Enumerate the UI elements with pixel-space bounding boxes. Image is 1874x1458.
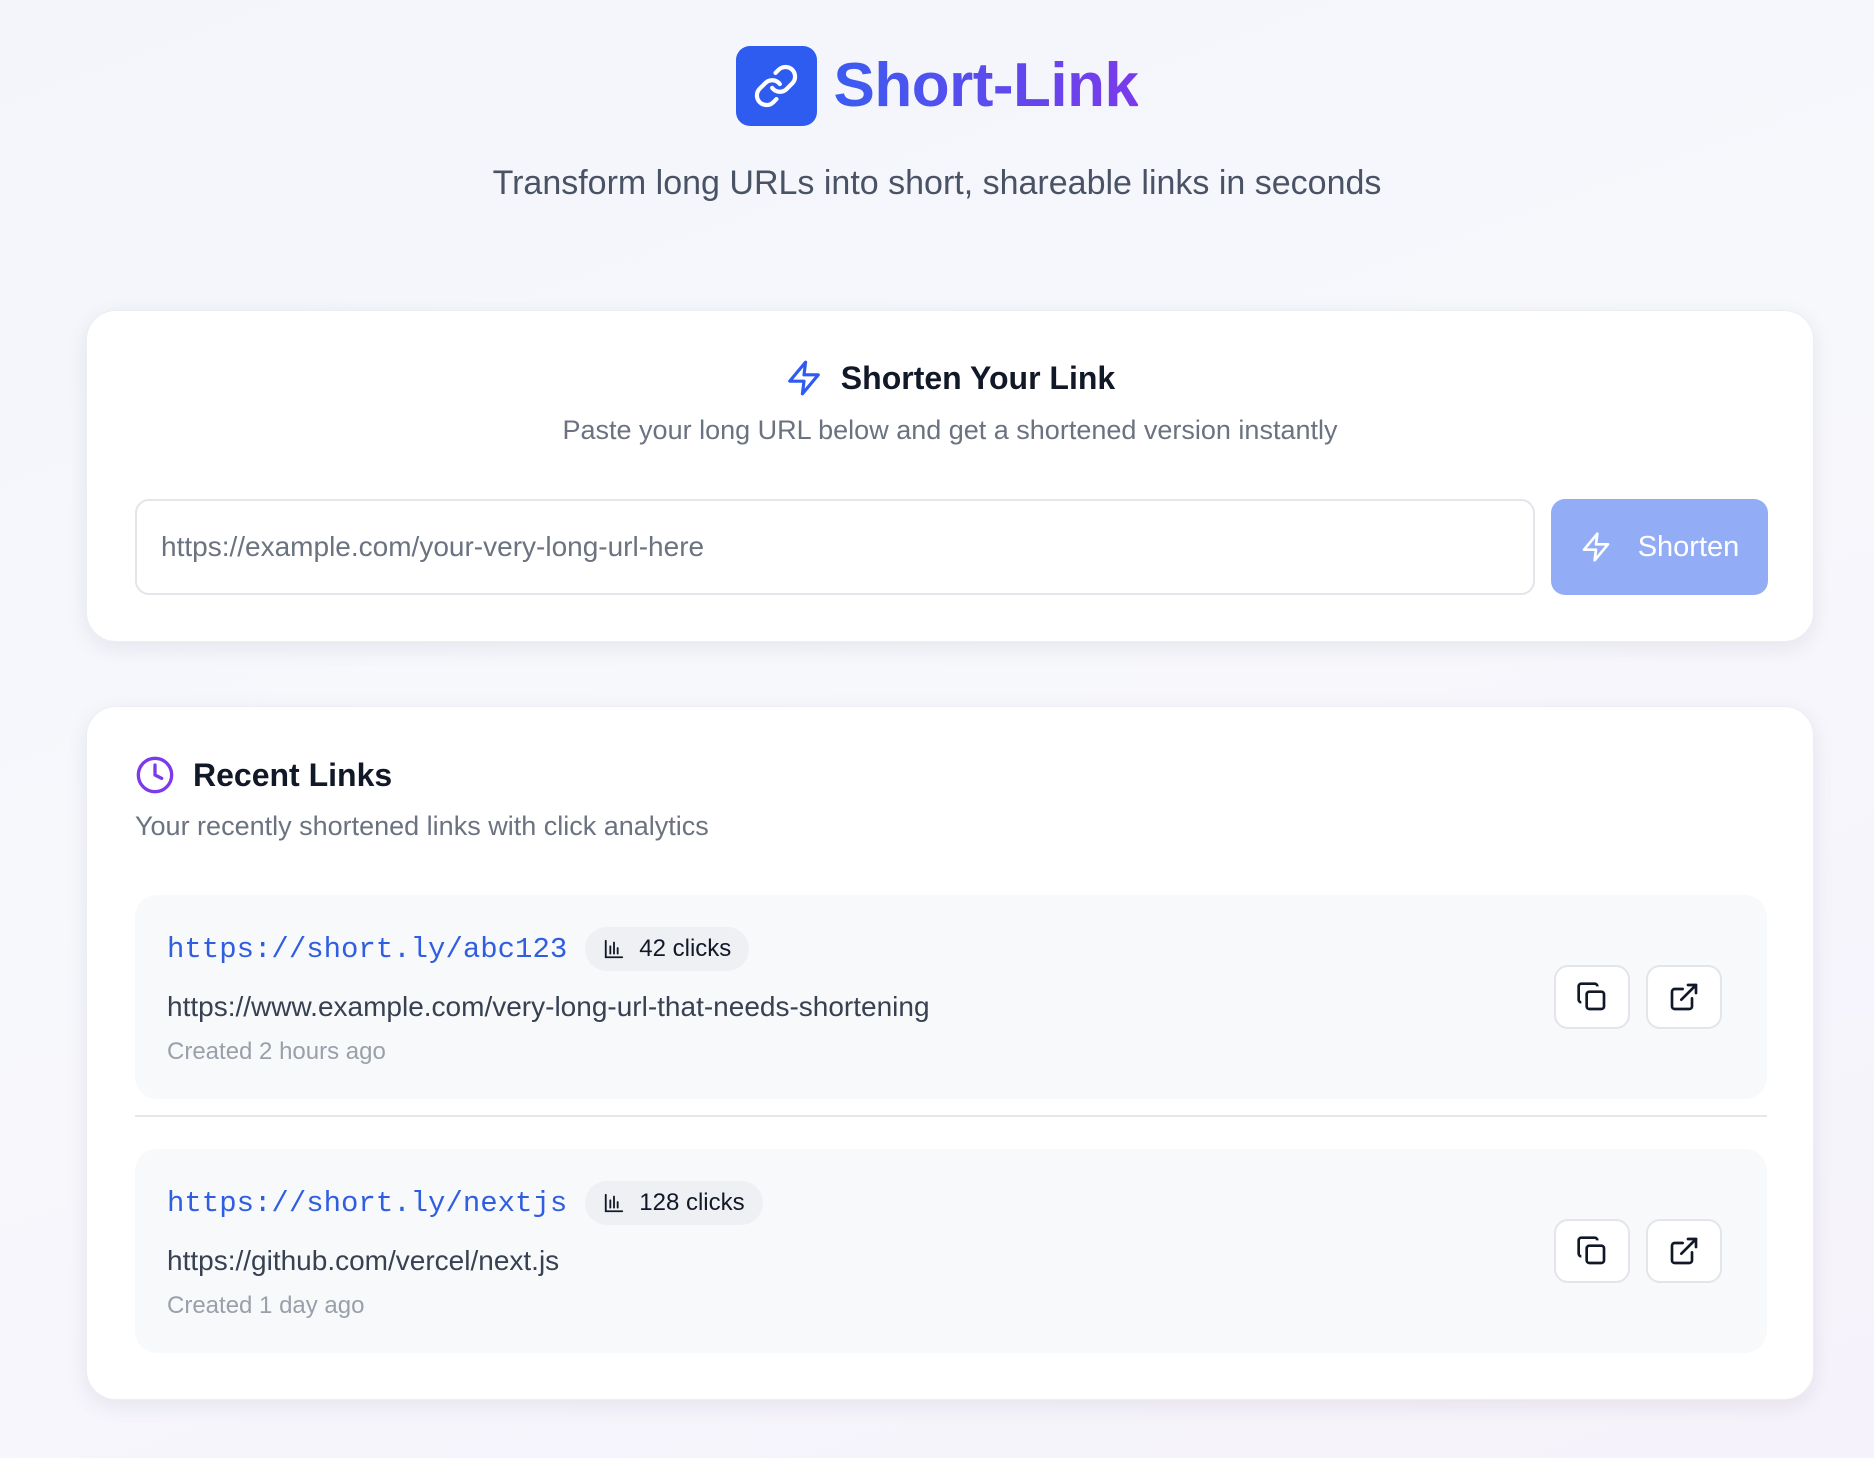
- link-item-header: https://short.ly/nextjs 128 clicks: [167, 1181, 763, 1225]
- created-time: Created 1 day ago: [167, 1292, 365, 1319]
- clicks-badge: 42 clicks: [585, 927, 750, 971]
- bar-chart-icon: [605, 1193, 624, 1213]
- zap-icon: [1582, 532, 1610, 562]
- link-item: https://short.ly/abc123 42 clicks https:…: [135, 895, 1767, 1099]
- app-subtitle: Transform long URLs into short, shareabl…: [492, 164, 1382, 202]
- shorten-card-title: Shorten Your Link: [840, 359, 1116, 396]
- shorten-card-description: Paste your long URL below and get a shor…: [562, 415, 1338, 445]
- recent-links-description: Your recently shortened links with click…: [135, 811, 709, 841]
- clicks-count: 42 clicks: [639, 935, 732, 962]
- clock-icon: [136, 756, 174, 794]
- shorten-card: Shorten Your Link Paste your long URL be…: [86, 310, 1814, 642]
- bar-chart-icon: [605, 939, 624, 959]
- url-input[interactable]: [135, 499, 1535, 595]
- short-url-link[interactable]: https://short.ly/nextjs: [167, 1187, 567, 1220]
- copy-button[interactable]: [1554, 1219, 1630, 1283]
- recent-links-card: Recent Links Your recently shortened lin…: [86, 706, 1814, 1400]
- shorten-button[interactable]: Shorten: [1551, 499, 1768, 595]
- copy-icon: [1577, 1236, 1606, 1265]
- app-header: Short-Link: [0, 46, 1874, 126]
- clicks-badge: 128 clicks: [585, 1181, 763, 1225]
- original-url: https://github.com/vercel/next.js: [167, 1245, 560, 1276]
- shorten-button-label: Shorten: [1637, 530, 1740, 563]
- recent-links-title: Recent Links: [193, 756, 393, 793]
- open-link-button[interactable]: [1646, 965, 1722, 1029]
- external-link-icon: [1670, 1237, 1698, 1265]
- external-link-icon: [1670, 983, 1698, 1011]
- app-title: Short-Link: [834, 46, 1139, 126]
- created-time: Created 2 hours ago: [167, 1038, 386, 1065]
- original-url: https://www.example.com/very-long-url-th…: [167, 991, 930, 1022]
- clicks-count: 128 clicks: [639, 1189, 745, 1216]
- logo: [735, 46, 817, 126]
- link-item: https://short.ly/nextjs 128 clicks https…: [135, 1149, 1767, 1353]
- copy-icon: [1577, 982, 1606, 1011]
- recent-links-header: Recent Links: [135, 755, 392, 795]
- shorten-card-header: Shorten Your Link: [87, 359, 1813, 397]
- link-item-header: https://short.ly/abc123 42 clicks: [167, 927, 750, 971]
- link-icon: [754, 64, 798, 108]
- copy-button[interactable]: [1554, 965, 1630, 1029]
- zap-icon: [787, 360, 820, 396]
- open-link-button[interactable]: [1646, 1219, 1722, 1283]
- divider: [135, 1115, 1767, 1117]
- short-url-link[interactable]: https://short.ly/abc123: [167, 933, 567, 966]
